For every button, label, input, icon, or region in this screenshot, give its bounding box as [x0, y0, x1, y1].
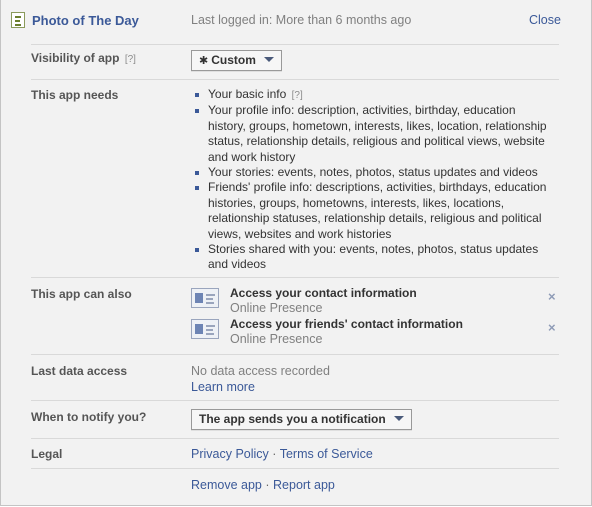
app-title[interactable]: Photo of The Day [32, 13, 139, 28]
chevron-down-icon [263, 57, 274, 62]
permission-subtitle: Online Presence [230, 332, 323, 346]
last-logged-in: Last logged in: More than 6 months ago [191, 13, 412, 27]
visibility-label: Visibility of app [?] [31, 51, 136, 65]
list-item: Stories shared with you: events, notes, … [193, 242, 555, 273]
gear-icon: ✱ [199, 55, 209, 67]
app-settings-panel: Photo of The Day Last logged in: More th… [0, 0, 592, 506]
needs-list: Your basic info [?] Your profile info: d… [193, 87, 555, 273]
visibility-dropdown[interactable]: ✱ Custom [191, 50, 282, 71]
list-item: Your basic info [?] [193, 87, 555, 103]
basic-info-text: Your basic info [208, 87, 287, 101]
needs-label: This app needs [31, 88, 119, 102]
app-header: Photo of The Day Last logged in: More th… [1, 0, 591, 44]
legal-label: Legal [31, 447, 63, 461]
divider [31, 438, 559, 439]
also-label: This app can also [31, 287, 132, 301]
close-link[interactable]: Close [529, 13, 561, 27]
remove-permission-icon[interactable]: × [548, 320, 556, 335]
permission-item: Access your contact information Online P… [191, 286, 561, 315]
notify-label: When to notify you? [31, 410, 147, 424]
list-item: Your stories: events, notes, photos, sta… [193, 165, 555, 180]
terms-of-service-link[interactable]: Terms of Service [280, 447, 373, 461]
legal-links: Privacy Policy · Terms of Service [191, 447, 373, 461]
report-app-link[interactable]: Report app [273, 478, 335, 492]
divider [31, 468, 559, 469]
contact-card-icon [191, 319, 219, 339]
divider [31, 354, 559, 355]
permission-title: Access your friends' contact information [230, 317, 463, 331]
data-access-label: Last data access [31, 364, 128, 378]
divider [31, 400, 559, 401]
permission-title: Access your contact information [230, 286, 417, 300]
footer-links: Remove app · Report app [191, 478, 335, 492]
data-access-value: No data access recorded [191, 364, 330, 378]
remove-permission-icon[interactable]: × [548, 289, 556, 304]
list-item: Friends' profile info: descriptions, act… [193, 180, 555, 242]
chevron-down-icon [393, 416, 404, 421]
visibility-label-text: Visibility of app [31, 51, 120, 65]
app-icon [11, 12, 25, 28]
separator-dot: · [265, 478, 270, 492]
divider [31, 277, 559, 278]
notify-value: The app sends you a notification [199, 412, 386, 426]
visibility-help[interactable]: [?] [125, 54, 136, 65]
divider [31, 79, 559, 80]
visibility-value: Custom [211, 53, 256, 67]
notify-dropdown[interactable]: The app sends you a notification [191, 409, 412, 430]
privacy-policy-link[interactable]: Privacy Policy [191, 447, 269, 461]
remove-app-link[interactable]: Remove app [191, 478, 262, 492]
list-item: Your profile info: description, activiti… [193, 103, 555, 165]
divider [31, 44, 559, 45]
contact-card-icon [191, 288, 219, 308]
permission-subtitle: Online Presence [230, 301, 323, 315]
basic-info-help[interactable]: [?] [292, 90, 303, 101]
learn-more-link[interactable]: Learn more [191, 380, 255, 394]
separator-dot: · [272, 447, 277, 461]
permission-item: Access your friends' contact information… [191, 317, 561, 346]
